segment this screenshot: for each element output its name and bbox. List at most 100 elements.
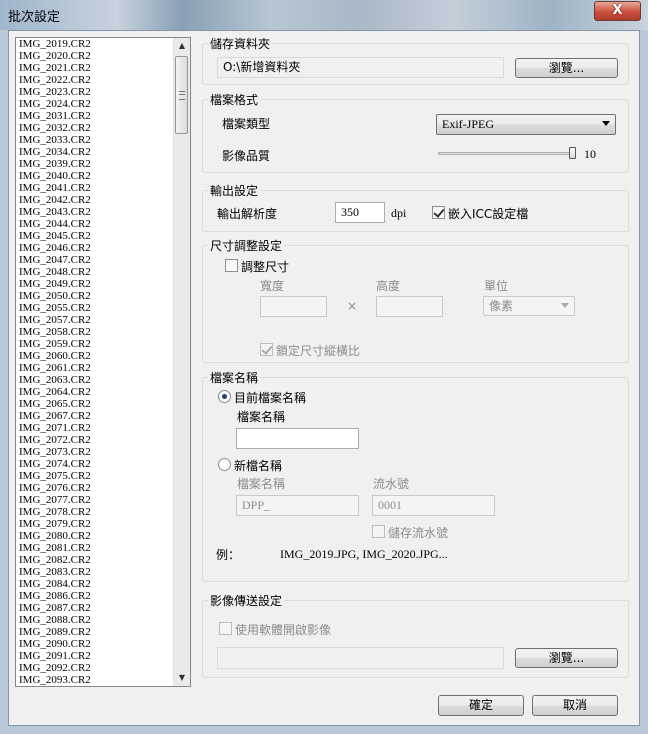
image-quality-slider-thumb[interactable]	[569, 147, 576, 159]
list-item[interactable]: IMG_2067.CR2	[19, 410, 91, 422]
list-item[interactable]: IMG_2073.CR2	[19, 446, 91, 458]
list-item[interactable]: IMG_2044.CR2	[19, 218, 91, 230]
list-item[interactable]: IMG_2041.CR2	[19, 182, 91, 194]
list-item[interactable]: IMG_2081.CR2	[19, 542, 91, 554]
list-item[interactable]: IMG_2090.CR2	[19, 638, 91, 650]
file-type-select[interactable]: Exif-JPEG	[436, 114, 616, 135]
list-item[interactable]: IMG_2064.CR2	[19, 386, 91, 398]
height-input[interactable]	[376, 296, 443, 317]
resolution-unit: dpi	[391, 206, 407, 220]
list-item[interactable]: IMG_2055.CR2	[19, 302, 91, 314]
list-item[interactable]: IMG_2071.CR2	[19, 422, 91, 434]
lock-ratio-checkbox[interactable]	[260, 343, 273, 356]
resize-checkbox[interactable]	[225, 259, 238, 272]
list-item[interactable]: IMG_2057.CR2	[19, 314, 91, 326]
serial-number-input[interactable]: 0001	[372, 495, 495, 516]
window-titlebar[interactable]: 批次設定 X	[0, 0, 648, 30]
cancel-button[interactable]: 取消	[532, 695, 618, 716]
list-item[interactable]: IMG_2074.CR2	[19, 458, 91, 470]
list-item[interactable]: IMG_2076.CR2	[19, 482, 91, 494]
close-icon: X	[612, 3, 623, 18]
list-item[interactable]: IMG_2093.CR2	[19, 674, 91, 686]
times-sign: ×	[347, 299, 358, 313]
list-item[interactable]: IMG_2063.CR2	[19, 374, 91, 386]
unit-select[interactable]: 像素	[483, 296, 575, 316]
new-filename-label: 新檔名稱	[234, 459, 283, 473]
image-quality-label: 影像品質	[222, 149, 271, 163]
transfer-software-path	[217, 647, 504, 669]
save-folder-title: 儲存資料夾	[208, 35, 273, 52]
list-item[interactable]: IMG_2022.CR2	[19, 74, 91, 86]
list-item[interactable]: IMG_2083.CR2	[19, 566, 91, 578]
list-item[interactable]: IMG_2034.CR2	[19, 146, 91, 158]
close-button[interactable]: X	[594, 1, 641, 21]
list-item[interactable]: IMG_2042.CR2	[19, 194, 91, 206]
list-item[interactable]: IMG_2023.CR2	[19, 86, 91, 98]
list-item[interactable]: IMG_2020.CR2	[19, 50, 91, 62]
list-item[interactable]: IMG_2060.CR2	[19, 350, 91, 362]
list-item[interactable]: IMG_2075.CR2	[19, 470, 91, 482]
image-transfer-title: 影像傳送設定	[208, 592, 285, 609]
list-item[interactable]: IMG_2080.CR2	[19, 530, 91, 542]
output-resolution-label: 輸出解析度	[217, 207, 278, 221]
list-item[interactable]: IMG_2039.CR2	[19, 158, 91, 170]
list-item[interactable]: IMG_2031.CR2	[19, 110, 91, 122]
scroll-up-arrow-icon[interactable]: ▲	[174, 38, 190, 54]
list-item[interactable]: IMG_2065.CR2	[19, 398, 91, 410]
list-item[interactable]: IMG_2058.CR2	[19, 326, 91, 338]
list-item[interactable]: IMG_2092.CR2	[19, 662, 91, 674]
open-with-software-checkbox[interactable]	[219, 622, 232, 635]
save-serial-checkbox[interactable]	[372, 525, 385, 538]
list-item[interactable]: IMG_2086.CR2	[19, 590, 91, 602]
list-item[interactable]: IMG_2021.CR2	[19, 62, 91, 74]
list-item[interactable]: IMG_2032.CR2	[19, 122, 91, 134]
list-item[interactable]: IMG_2077.CR2	[19, 494, 91, 506]
current-filename-input[interactable]	[236, 428, 359, 449]
image-quality-slider-track[interactable]	[438, 152, 576, 155]
new-filename-radio[interactable]	[218, 458, 231, 471]
list-item[interactable]: IMG_2088.CR2	[19, 614, 91, 626]
window-frame	[0, 30, 8, 734]
list-item[interactable]: IMG_2033.CR2	[19, 134, 91, 146]
list-item[interactable]: IMG_2048.CR2	[19, 266, 91, 278]
example-value: IMG_2019.JPG, IMG_2020.JPG...	[280, 547, 448, 561]
file-type-label: 檔案類型	[222, 117, 271, 131]
file-list[interactable]: IMG_2019.CR2 IMG_2020.CR2 IMG_2021.CR2 IMG_…	[15, 37, 191, 687]
transfer-browse-button[interactable]: 瀏覽...	[515, 648, 618, 668]
list-item[interactable]: IMG_2072.CR2	[19, 434, 91, 446]
list-item[interactable]: IMG_2087.CR2	[19, 602, 91, 614]
grip-icon	[179, 91, 185, 100]
ok-button[interactable]: 確定	[438, 695, 524, 716]
list-item[interactable]: IMG_2049.CR2	[19, 278, 91, 290]
list-item[interactable]: IMG_2091.CR2	[19, 650, 91, 662]
list-item[interactable]: IMG_2046.CR2	[19, 242, 91, 254]
scroll-down-arrow-icon[interactable]: ▼	[174, 670, 190, 686]
scroll-thumb[interactable]	[175, 56, 188, 134]
list-item[interactable]: IMG_2079.CR2	[19, 518, 91, 530]
list-item[interactable]: IMG_2089.CR2	[19, 626, 91, 638]
list-item[interactable]: IMG_2084.CR2	[19, 578, 91, 590]
unit-label: 單位	[484, 279, 509, 293]
list-item[interactable]: IMG_2078.CR2	[19, 506, 91, 518]
output-resolution-input[interactable]: 350	[335, 202, 385, 223]
new-filename-input[interactable]: DPP_	[236, 495, 359, 516]
list-item[interactable]: IMG_2043.CR2	[19, 206, 91, 218]
list-item[interactable]: IMG_2050.CR2	[19, 290, 91, 302]
filename-title: 檔案名稱	[208, 369, 261, 386]
list-item[interactable]: IMG_2019.CR2	[19, 38, 91, 50]
chevron-down-icon	[561, 303, 569, 308]
lock-ratio-label: 鎖定尺寸縱橫比	[276, 344, 361, 358]
list-item[interactable]: IMG_2061.CR2	[19, 362, 91, 374]
list-item[interactable]: IMG_2045.CR2	[19, 230, 91, 242]
file-list-scrollbar[interactable]: ▲ ▼	[173, 38, 190, 686]
list-item[interactable]: IMG_2040.CR2	[19, 170, 91, 182]
resize-title: 尺寸調整設定	[208, 237, 285, 254]
save-folder-browse-button[interactable]: 瀏覽...	[515, 58, 618, 78]
current-filename-radio[interactable]	[218, 390, 231, 403]
list-item[interactable]: IMG_2082.CR2	[19, 554, 91, 566]
list-item[interactable]: IMG_2047.CR2	[19, 254, 91, 266]
embed-icc-checkbox[interactable]	[432, 206, 445, 219]
list-item[interactable]: IMG_2059.CR2	[19, 338, 91, 350]
list-item[interactable]: IMG_2024.CR2	[19, 98, 91, 110]
width-input[interactable]	[260, 296, 327, 317]
